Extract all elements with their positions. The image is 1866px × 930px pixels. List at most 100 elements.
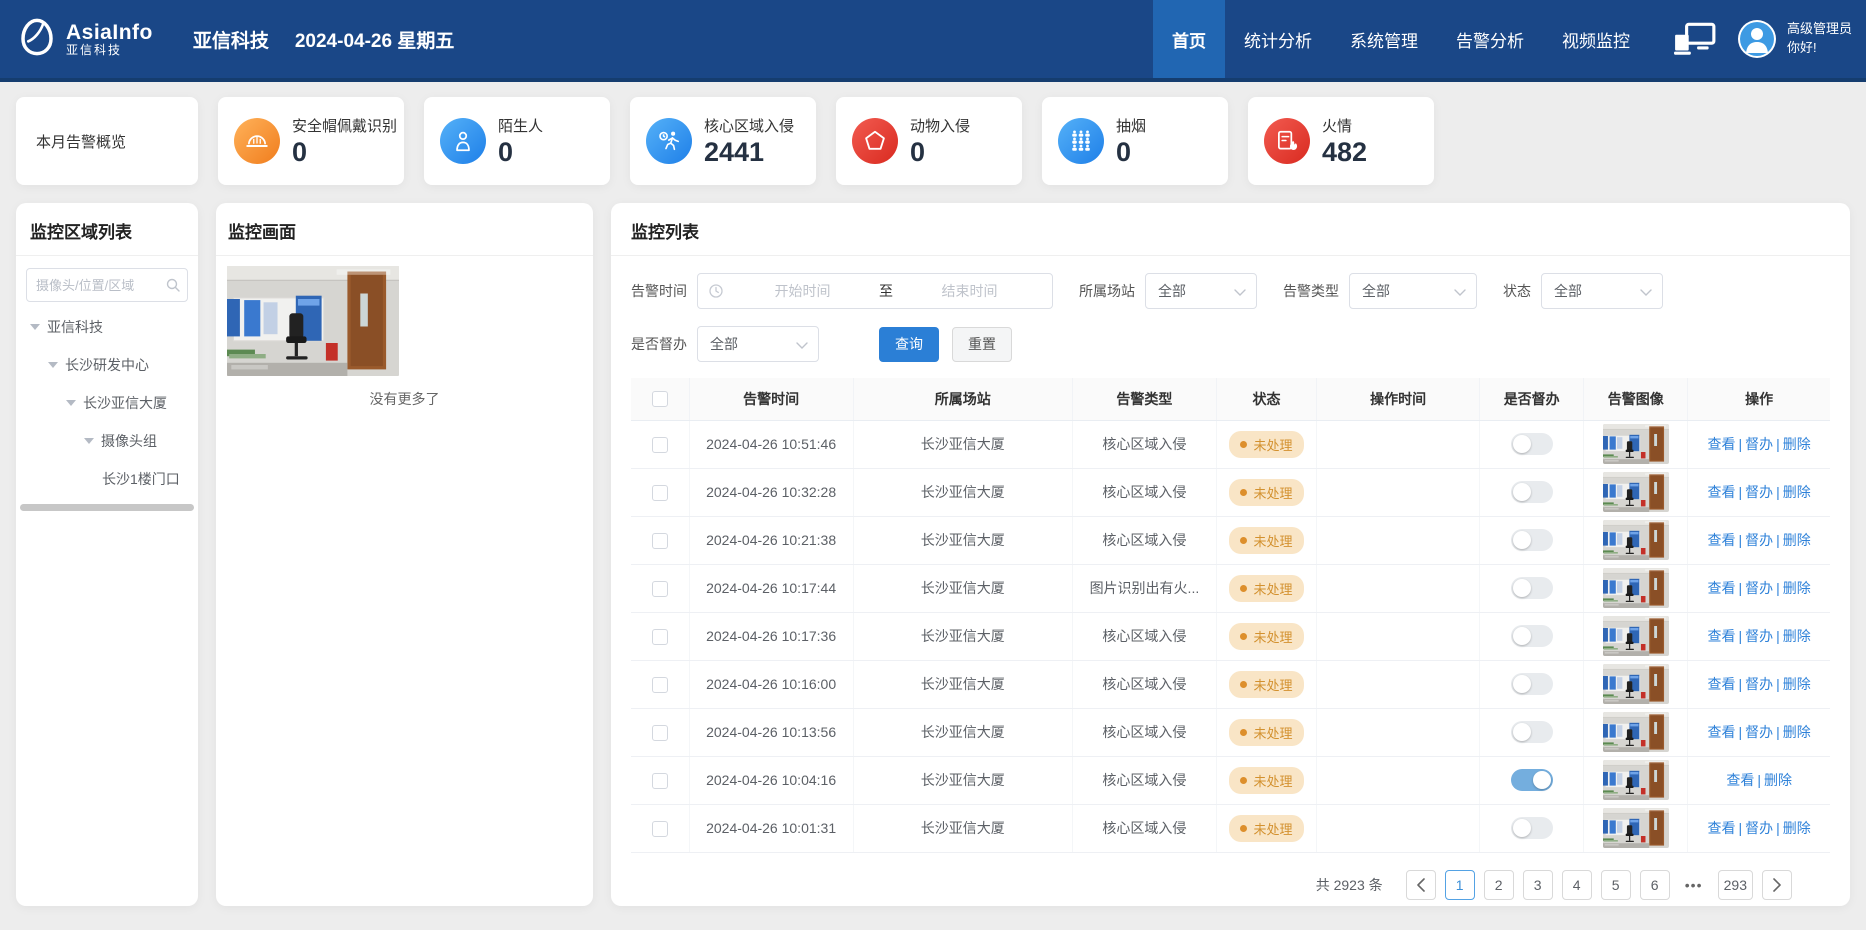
supervise-toggle[interactable]	[1511, 529, 1553, 551]
supervise-toggle[interactable]	[1511, 769, 1553, 791]
delete-link[interactable]: 删除	[1783, 628, 1811, 644]
supervise-toggle[interactable]	[1511, 433, 1553, 455]
delete-link[interactable]: 删除	[1783, 724, 1811, 740]
supervise-toggle[interactable]	[1511, 481, 1553, 503]
nav-item-video-monitor[interactable]: 视频监控	[1543, 0, 1649, 78]
page-button-5[interactable]: 5	[1601, 870, 1631, 900]
tree-item-0[interactable]: 亚信科技	[16, 308, 198, 346]
page-button-3[interactable]: 3	[1523, 870, 1553, 900]
alarm-image[interactable]	[1603, 712, 1669, 752]
row-checkbox[interactable]	[652, 581, 668, 597]
station-select[interactable]: 全部	[1145, 273, 1257, 309]
delete-link[interactable]: 删除	[1783, 484, 1811, 500]
next-page-button[interactable]	[1762, 870, 1792, 900]
page-button-4[interactable]: 4	[1562, 870, 1592, 900]
region-search-input[interactable]	[26, 268, 188, 302]
view-link[interactable]: 查看	[1708, 628, 1736, 644]
page-button-6[interactable]: 6	[1640, 870, 1670, 900]
tree-item-4[interactable]: 长沙1楼门口	[16, 460, 198, 498]
delete-link[interactable]: 删除	[1764, 772, 1792, 788]
supervise-link[interactable]: 督办	[1745, 436, 1773, 452]
prev-page-button[interactable]	[1406, 870, 1436, 900]
supervise-link[interactable]: 督办	[1745, 580, 1773, 596]
horizontal-scrollbar[interactable]	[20, 504, 194, 511]
supervise-link[interactable]: 督办	[1745, 820, 1773, 836]
checkbox-cell	[631, 708, 689, 756]
alarm-image[interactable]	[1603, 520, 1669, 560]
status-text: 未处理	[1253, 819, 1292, 838]
supervise-link[interactable]: 督办	[1745, 724, 1773, 740]
fire-icon	[1264, 118, 1310, 164]
alarm-image[interactable]	[1603, 616, 1669, 656]
row-checkbox[interactable]	[652, 533, 668, 549]
supervise-toggle[interactable]	[1511, 673, 1553, 695]
delete-link[interactable]: 删除	[1783, 436, 1811, 452]
nav-item-system[interactable]: 系统管理	[1331, 0, 1437, 78]
supervise-select[interactable]: 全部	[697, 326, 819, 362]
page-button-293[interactable]: 293	[1718, 870, 1753, 900]
nav-item-alarm-analysis[interactable]: 告警分析	[1437, 0, 1543, 78]
stat-text: 火情482	[1322, 115, 1367, 168]
view-link[interactable]: 查看	[1708, 532, 1736, 548]
supervise-link[interactable]: 督办	[1745, 676, 1773, 692]
nav-item-home[interactable]: 首页	[1153, 0, 1225, 78]
alarm-image[interactable]	[1603, 808, 1669, 848]
alarm-type-cell: 核心区域入侵	[1072, 708, 1216, 756]
checkbox-cell	[631, 564, 689, 612]
toggle-knob	[1513, 723, 1531, 741]
reset-button[interactable]: 重置	[952, 327, 1012, 362]
view-link[interactable]: 查看	[1708, 580, 1736, 596]
action-separator: |	[1736, 532, 1746, 548]
delete-link[interactable]: 删除	[1783, 532, 1811, 548]
ellipsis-button[interactable]: •••	[1679, 870, 1709, 900]
tree-item-2[interactable]: 长沙亚信大厦	[16, 384, 198, 422]
monitors-icon[interactable]	[1673, 21, 1717, 57]
tree-item-3[interactable]: 摄像头组	[16, 422, 198, 460]
page-button-1[interactable]: 1	[1445, 870, 1475, 900]
delete-link[interactable]: 删除	[1783, 820, 1811, 836]
view-link[interactable]: 查看	[1708, 724, 1736, 740]
search-button[interactable]: 查询	[879, 327, 939, 362]
alarm-image[interactable]	[1603, 664, 1669, 704]
view-link[interactable]: 查看	[1726, 772, 1754, 788]
supervise-link[interactable]: 督办	[1745, 532, 1773, 548]
row-checkbox[interactable]	[652, 773, 668, 789]
supervise-toggle[interactable]	[1511, 625, 1553, 647]
view-link[interactable]: 查看	[1708, 484, 1736, 500]
page-button-2[interactable]: 2	[1484, 870, 1514, 900]
supervise-link[interactable]: 督办	[1745, 484, 1773, 500]
alarm-image[interactable]	[1603, 760, 1669, 800]
row-checkbox[interactable]	[652, 629, 668, 645]
supervise-toggle[interactable]	[1511, 721, 1553, 743]
supervise-link[interactable]: 督办	[1745, 628, 1773, 644]
row-checkbox[interactable]	[652, 437, 668, 453]
view-link[interactable]: 查看	[1708, 820, 1736, 836]
view-link[interactable]: 查看	[1708, 436, 1736, 452]
date-range-input[interactable]: 开始时间 至 结束时间	[697, 273, 1053, 309]
stat-card-2: 核心区域入侵2441	[630, 97, 816, 185]
alarm-image[interactable]	[1603, 424, 1669, 464]
row-checkbox[interactable]	[652, 725, 668, 741]
view-link[interactable]: 查看	[1708, 676, 1736, 692]
toggle-knob	[1513, 819, 1531, 837]
camera-snapshot-image[interactable]	[227, 266, 399, 376]
action-separator: |	[1754, 772, 1764, 788]
avatar[interactable]	[1737, 19, 1777, 59]
alarm-image[interactable]	[1603, 472, 1669, 512]
row-checkbox[interactable]	[652, 821, 668, 837]
alarm-image[interactable]	[1603, 568, 1669, 608]
type-select[interactable]: 全部	[1349, 273, 1477, 309]
toggle-knob	[1513, 627, 1531, 645]
supervise-toggle[interactable]	[1511, 817, 1553, 839]
select-all-checkbox[interactable]	[652, 391, 668, 407]
delete-link[interactable]: 删除	[1783, 676, 1811, 692]
row-checkbox[interactable]	[652, 677, 668, 693]
alarm-time-cell: 2024-04-26 10:17:44	[689, 564, 853, 612]
tree-item-1[interactable]: 长沙研发中心	[16, 346, 198, 384]
supervise-toggle[interactable]	[1511, 577, 1553, 599]
nav-item-statistics[interactable]: 统计分析	[1225, 0, 1331, 78]
row-checkbox[interactable]	[652, 485, 668, 501]
status-select[interactable]: 全部	[1541, 273, 1663, 309]
delete-link[interactable]: 删除	[1783, 580, 1811, 596]
search-icon[interactable]	[165, 277, 181, 298]
